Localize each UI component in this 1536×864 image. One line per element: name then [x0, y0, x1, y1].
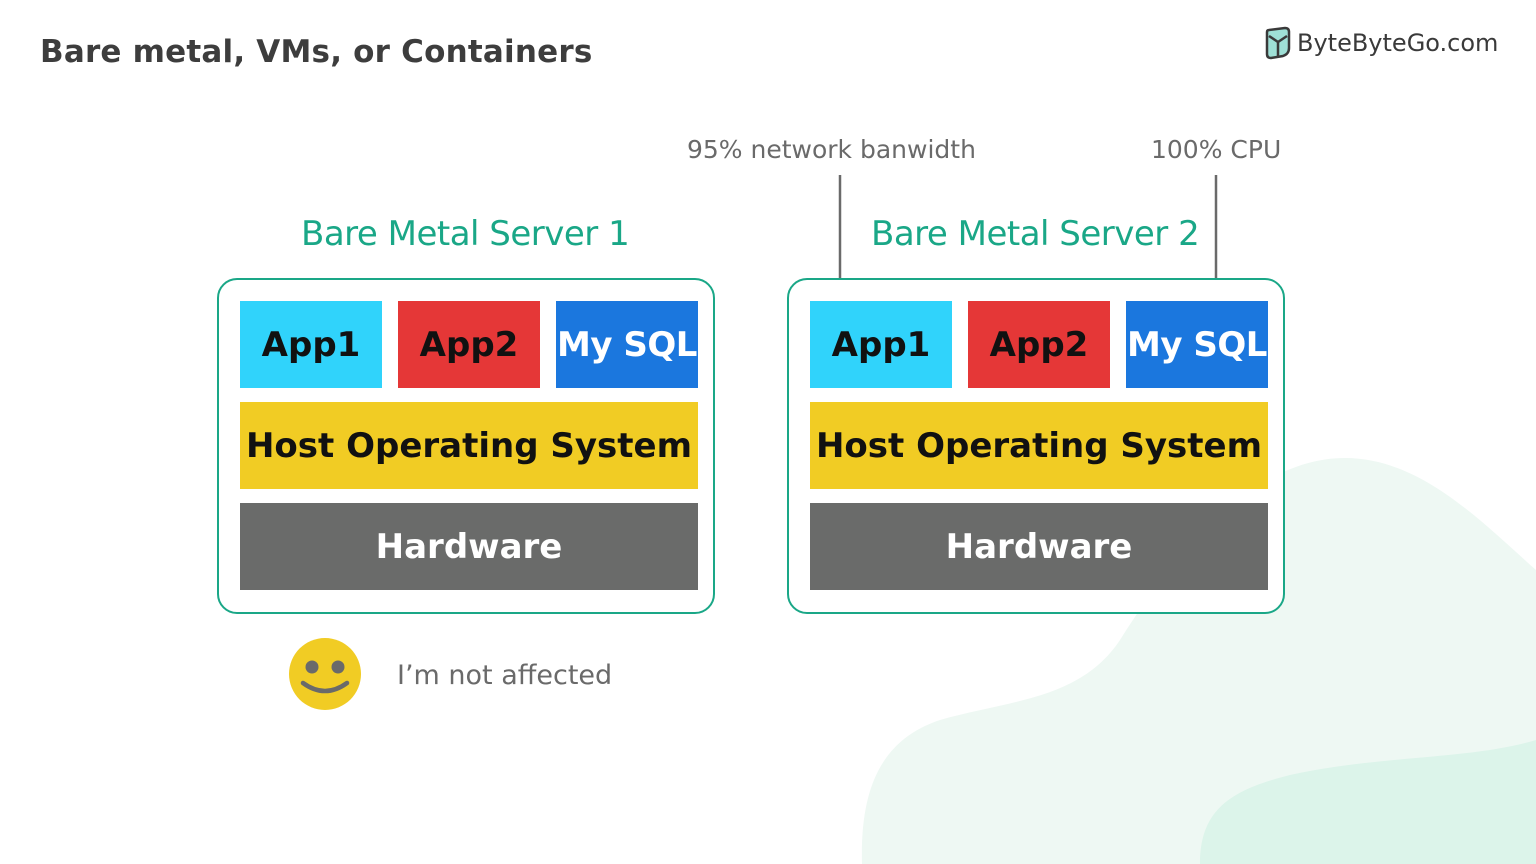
server-2: App1 App2 My SQL Host Operating System H… — [787, 278, 1285, 614]
server-2-hardware: Hardware — [810, 503, 1268, 590]
smiley-face-icon — [289, 638, 361, 710]
server-1-app1: App1 — [240, 301, 382, 388]
server-2-title: Bare Metal Server 2 — [871, 214, 1200, 254]
server-1: App1 App2 My SQL Host Operating System H… — [217, 278, 715, 614]
server-1-app2: App2 — [398, 301, 540, 388]
server-1-mysql: My SQL — [556, 301, 698, 388]
server-2-mysql: My SQL — [1126, 301, 1268, 388]
server-2-host-os: Host Operating System — [810, 402, 1268, 489]
server-1-title: Bare Metal Server 1 — [301, 214, 630, 254]
page-title: Bare metal, VMs, or Containers — [40, 34, 593, 70]
network-bandwidth-annotation: 95% network banwidth — [687, 135, 976, 164]
bytebytego-logo-icon — [1265, 26, 1291, 60]
server-2-app2: App2 — [968, 301, 1110, 388]
server-2-app1: App1 — [810, 301, 952, 388]
logo: ByteByteGo.com — [1265, 26, 1498, 60]
cpu-annotation: 100% CPU — [1151, 135, 1282, 164]
server-1-host-os: Host Operating System — [240, 402, 698, 489]
server-1-hardware: Hardware — [240, 503, 698, 590]
status-text: I’m not affected — [397, 660, 613, 691]
logo-text: ByteByteGo.com — [1297, 29, 1499, 57]
